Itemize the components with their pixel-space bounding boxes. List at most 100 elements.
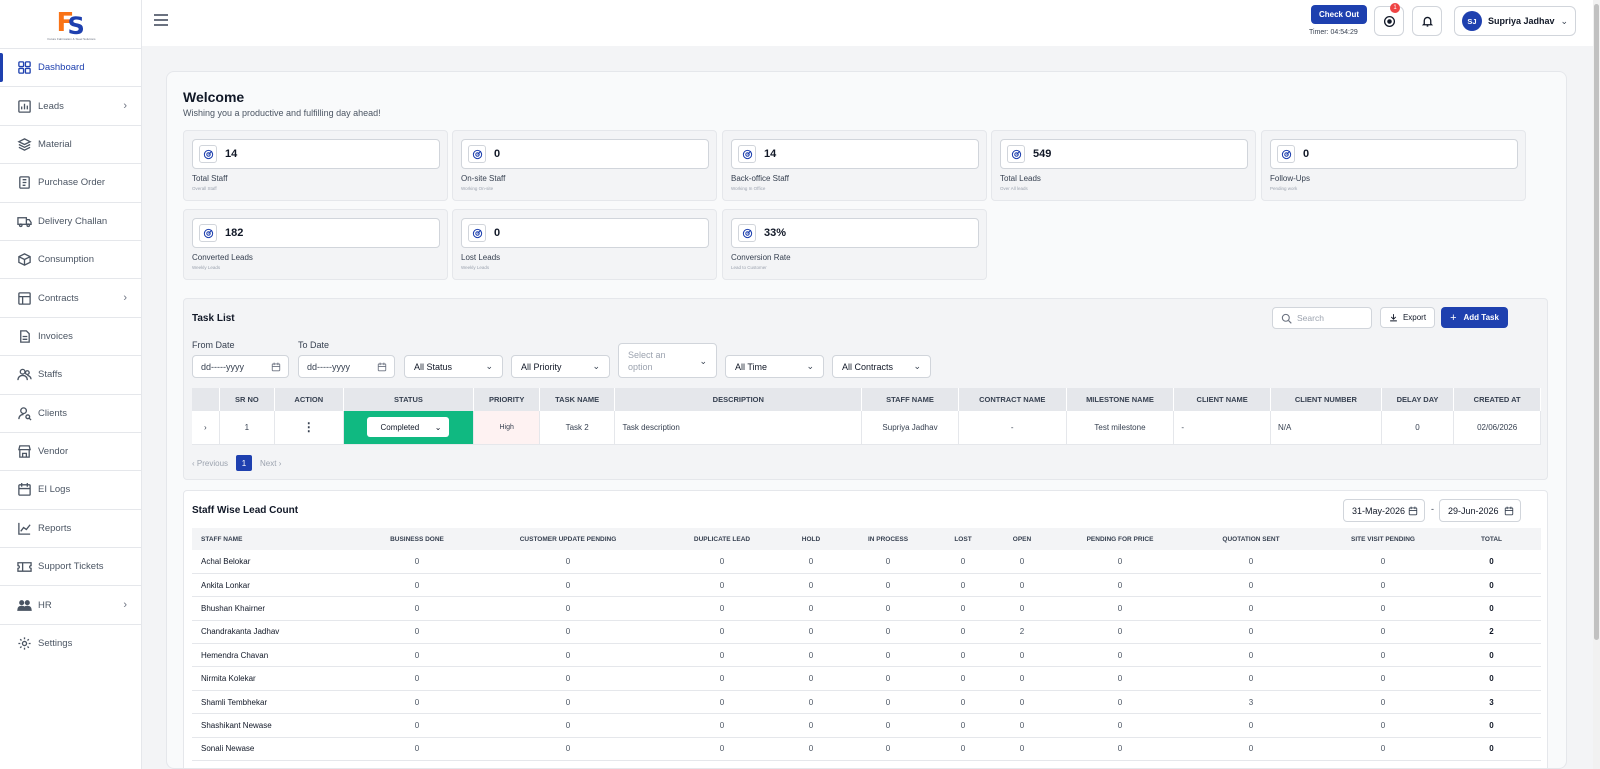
next-label: Next — [260, 458, 277, 468]
table-cell: 2 — [1442, 620, 1541, 645]
stat-label: Converted Leads — [192, 253, 253, 262]
row-actions-icon[interactable]: ⋮ — [274, 411, 344, 445]
next-page-button[interactable]: Next › — [260, 459, 281, 468]
cell-staff-name: Chandrakanta Jadhav — [192, 620, 352, 645]
status-select[interactable]: Completed ⌄ — [367, 417, 450, 438]
sidebar-item-hr[interactable]: HR › — [0, 585, 141, 623]
from-date-input[interactable]: dd-----yyyy — [192, 355, 289, 378]
table-cell: 0 — [654, 643, 790, 668]
user-name: Supriya Jadhav — [1488, 16, 1555, 26]
layers-icon — [16, 136, 32, 152]
sidebar-item-dashboard[interactable]: Dashboard — [0, 48, 141, 86]
sidebar-item-material[interactable]: Material — [0, 124, 141, 163]
contracts-filter-select[interactable]: All Contracts ⌄ — [832, 355, 931, 378]
contract-option-select[interactable]: Select an option ⌄ — [618, 343, 717, 378]
column-header: LOST — [944, 528, 982, 550]
notifications-status-button[interactable]: 1 — [1374, 3, 1404, 36]
table-cell: 0 — [1062, 643, 1178, 668]
export-button[interactable]: Export — [1380, 307, 1435, 328]
table-cell: 0 — [654, 690, 790, 715]
status-value: Completed — [380, 422, 420, 432]
table-cell: 0 — [1324, 643, 1442, 668]
ticket-icon — [16, 559, 32, 575]
table-cell: 0 — [944, 713, 982, 738]
sidebar-item-reports[interactable]: Reports — [0, 508, 141, 547]
table-cell: 0 — [982, 690, 1062, 715]
cell-sr-no: 1 — [219, 411, 276, 445]
column-header: IN PROCESS — [832, 528, 944, 550]
sidebar-item-purchase-order[interactable]: Purchase Order — [0, 163, 141, 201]
sidebar-item-settings[interactable]: Settings — [0, 623, 141, 662]
time-filter-select[interactable]: All Time ⌄ — [725, 355, 824, 378]
cell-milestone-name: Test milestone — [1066, 411, 1175, 445]
table-cell: 0 — [832, 550, 944, 574]
stat-card: 549 Total Leads Over All leads — [991, 130, 1256, 201]
table-cell: 0 — [1178, 573, 1324, 598]
topbar: Check Out Timer: 04:54:29 1 SJ Supriya J… — [142, 0, 1600, 46]
table-cell: 0 — [654, 620, 790, 645]
previous-page-button[interactable]: ‹ Previous — [192, 459, 228, 468]
chevron-down-icon: ⌄ — [699, 355, 707, 366]
expand-row-icon[interactable]: › — [192, 411, 220, 445]
calendar-icon — [377, 362, 387, 371]
stat-card: 0 Lost Leads Weekly Leads — [452, 209, 717, 280]
stat-label: Conversion Rate — [731, 253, 791, 262]
sidebar-item-label: Material — [38, 138, 72, 150]
task-list-panel: Task List Search Export + Add Task From … — [183, 298, 1548, 480]
column-header: QUOTATION SENT — [1178, 528, 1324, 550]
task-table: SR NO ACTION STATUS PRIORITY TASK NAME DESCRI… — [192, 388, 1541, 445]
add-task-button[interactable]: + Add Task — [1441, 307, 1508, 328]
column-header: OPEN — [982, 528, 1062, 550]
page-scrollbar[interactable] — [1593, 0, 1600, 769]
table-cell: 0 — [482, 596, 654, 621]
table-cell: 0 — [482, 713, 654, 738]
cell-description: Task description — [614, 411, 863, 445]
table-cell: 0 — [482, 666, 654, 691]
sidebar-item-leads[interactable]: Leads › — [0, 86, 141, 124]
table-cell: 0 — [1178, 643, 1324, 668]
stat-sublabel: Overall Staff — [192, 186, 217, 191]
table-cell: 0 — [1178, 596, 1324, 621]
stat-value-box: 0 — [1270, 139, 1518, 169]
check-out-button[interactable]: Check Out — [1311, 5, 1367, 24]
cell-task-name: Task 2 — [539, 411, 616, 445]
stat-value: 0 — [494, 227, 501, 239]
table-cell: 0 — [1324, 690, 1442, 715]
cell-client-number: N/A — [1270, 411, 1382, 445]
box-icon — [16, 252, 32, 268]
sidebar-item-ei-logs[interactable]: EI Logs — [0, 470, 141, 508]
sidebar-item-label: Settings — [38, 638, 73, 650]
logo[interactable]: FS Future Fabrication & Steel Solutions — [0, 0, 141, 48]
table-cell: 0 — [832, 666, 944, 691]
search-input[interactable]: Search — [1272, 307, 1372, 329]
sidebar-item-vendor[interactable]: Vendor — [0, 431, 141, 470]
hamburger-menu-icon[interactable] — [154, 14, 168, 26]
sidebar-item-consumption[interactable]: Consumption — [0, 239, 141, 278]
cell-priority: High — [473, 411, 540, 445]
sidebar-item-staffs[interactable]: Staffs — [0, 355, 141, 393]
table-cell: 0 — [352, 737, 482, 762]
bell-button[interactable] — [1412, 6, 1442, 36]
table-cell: 0 — [482, 550, 654, 574]
cell-created-at: 02/06/2026 — [1453, 411, 1541, 445]
table-row[interactable]: › 1 ⋮ Completed ⌄ High Task 2 Task descri… — [192, 411, 1541, 445]
sidebar-item-delivery-challan[interactable]: Delivery Challan — [0, 201, 141, 240]
to-date-input[interactable]: dd-----yyyy — [298, 355, 395, 378]
table-cell: 0 — [1324, 550, 1442, 574]
table-cell: 0 — [944, 550, 982, 574]
chevron-right-icon: › — [123, 100, 127, 113]
date-from-input[interactable]: 31-May-2026 — [1343, 499, 1425, 522]
stat-sublabel: Working On-site — [461, 186, 494, 191]
date-to-input[interactable]: 29-Jun-2026 — [1439, 499, 1521, 522]
status-filter-select[interactable]: All Status ⌄ — [404, 355, 503, 378]
user-menu[interactable]: SJ Supriya Jadhav ⌄ — [1454, 6, 1576, 36]
priority-filter-select[interactable]: All Priority ⌄ — [511, 355, 610, 378]
sidebar-item-invoices[interactable]: Invoices — [0, 316, 141, 355]
page-1-button[interactable]: 1 — [236, 455, 253, 471]
sidebar-item-clients[interactable]: Clients — [0, 393, 141, 432]
sidebar-item-support-tickets[interactable]: Support Tickets — [0, 547, 141, 585]
sidebar-item-contracts[interactable]: Contracts › — [0, 278, 141, 316]
stat-value-box: 14 — [731, 139, 979, 169]
stat-label: Back-office Staff — [731, 174, 789, 183]
table-cell: 0 — [832, 643, 944, 668]
